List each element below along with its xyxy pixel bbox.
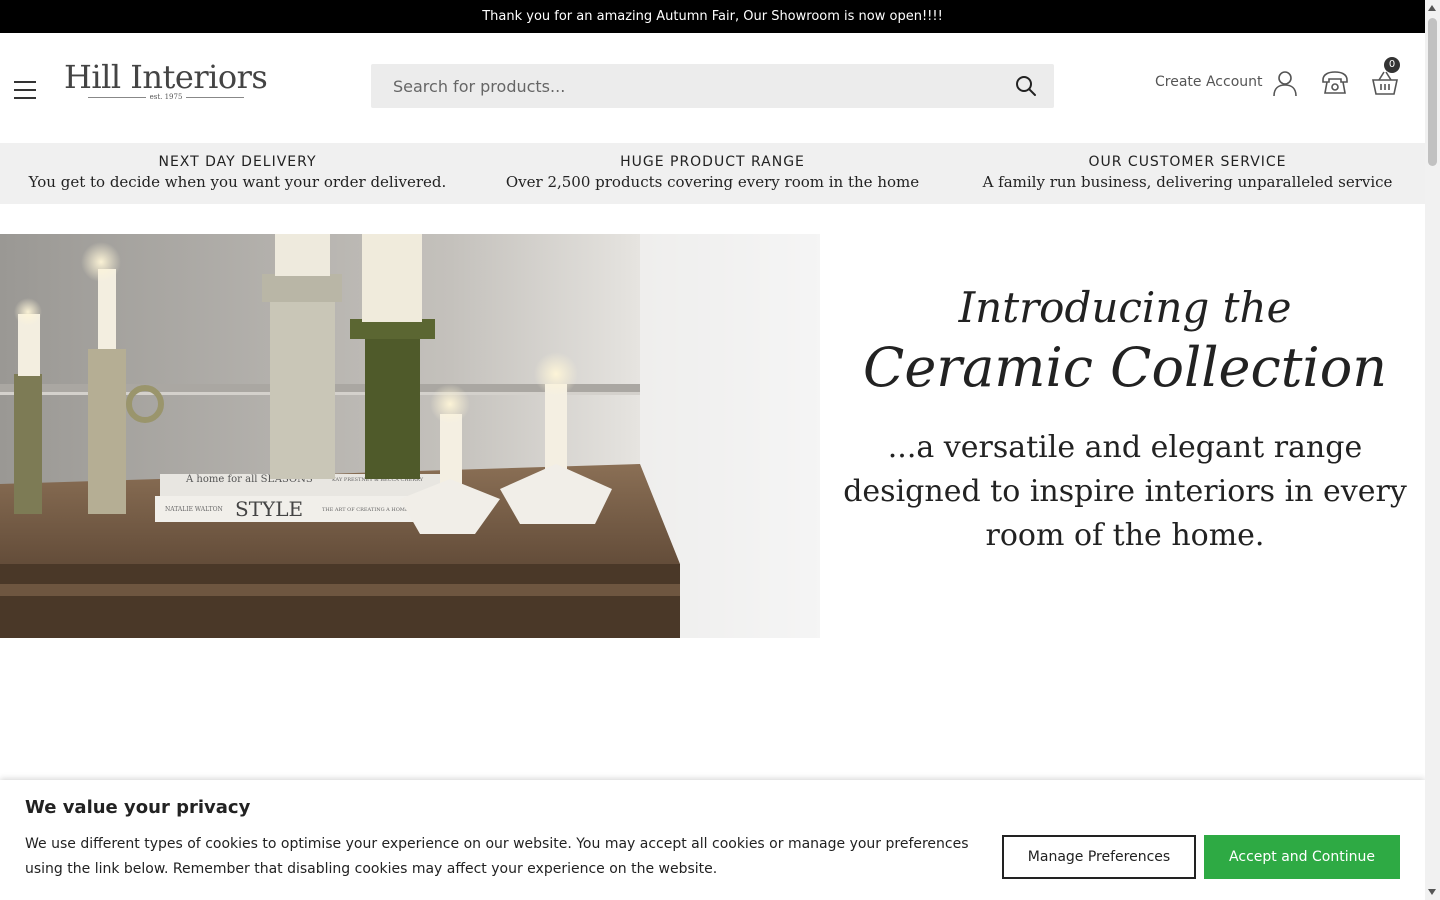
page: Thank you for an amazing Autumn Fair, Ou… [0,0,1425,900]
logo-est: est. 1975 [149,93,183,101]
announcement-bar: Thank you for an amazing Autumn Fair, Ou… [0,0,1425,33]
book-text: STYLE [235,497,303,521]
user-icon[interactable] [1271,69,1299,97]
cookie-body: We use different types of cookies to opt… [25,836,969,877]
cart-count-badge: 0 [1384,57,1400,73]
scrollbar-thumb[interactable] [1428,18,1437,166]
manage-preferences-button[interactable]: Manage Preferences [1002,835,1196,879]
usp-item-delivery: NEXT DAY DELIVERY You get to decide when… [0,153,475,193]
usp-title: OUR CUSTOMER SERVICE [1088,154,1287,170]
usp-desc: A family run business, delivering unpara… [982,173,1393,191]
hero-text: Introducing the Ceramic Collection ...a … [830,280,1420,558]
search-bar [371,64,1054,108]
usp-item-service: OUR CUSTOMER SERVICE A family run busine… [950,153,1425,193]
hero-script-line2: Ceramic Collection [863,336,1387,399]
basket-icon[interactable] [1371,69,1399,97]
usp-title: NEXT DAY DELIVERY [158,154,317,170]
usp-desc: Over 2,500 products covering every room … [505,173,920,191]
usp-title: HUGE PRODUCT RANGE [620,154,805,170]
hero-script-line1: Introducing the [958,283,1292,332]
book-text: NATALIE WALTON [165,506,223,513]
site-header: Hill Interiors est. 1975 Create Account [0,33,1425,143]
logo-name: Hill Interiors [64,58,268,96]
announcement-text: Thank you for an amazing Autumn Fair, Ou… [482,9,943,24]
book-text: THE ART OF CREATING A HOME [322,507,409,513]
accept-continue-button[interactable]: Accept and Continue [1204,835,1400,879]
search-input[interactable] [371,64,991,108]
cookie-title: We value your privacy [25,797,251,818]
scroll-down-arrow-icon[interactable] [1428,889,1436,895]
phone-icon[interactable] [1321,69,1349,97]
usp-desc: You get to decide when you want your ord… [28,173,447,191]
menu-icon[interactable] [14,81,36,99]
hero-tagline: ...a versatile and elegant range designe… [843,430,1407,553]
hero-image[interactable]: A home for all SEASONS STYLE NATALIE WAL… [0,234,820,638]
scroll-up-arrow-icon[interactable] [1428,5,1436,11]
page-scrollbar[interactable] [1425,0,1440,900]
hero-photo-illustration: A home for all SEASONS STYLE NATALIE WAL… [0,234,820,638]
create-account-link[interactable]: Create Account [1155,74,1263,90]
site-logo[interactable]: Hill Interiors est. 1975 [64,59,268,105]
search-icon[interactable] [1014,74,1038,98]
usp-bar: NEXT DAY DELIVERY You get to decide when… [0,143,1425,204]
cookie-banner: We value your privacy We use different t… [0,780,1425,900]
usp-item-range: HUGE PRODUCT RANGE Over 2,500 products c… [475,153,950,193]
